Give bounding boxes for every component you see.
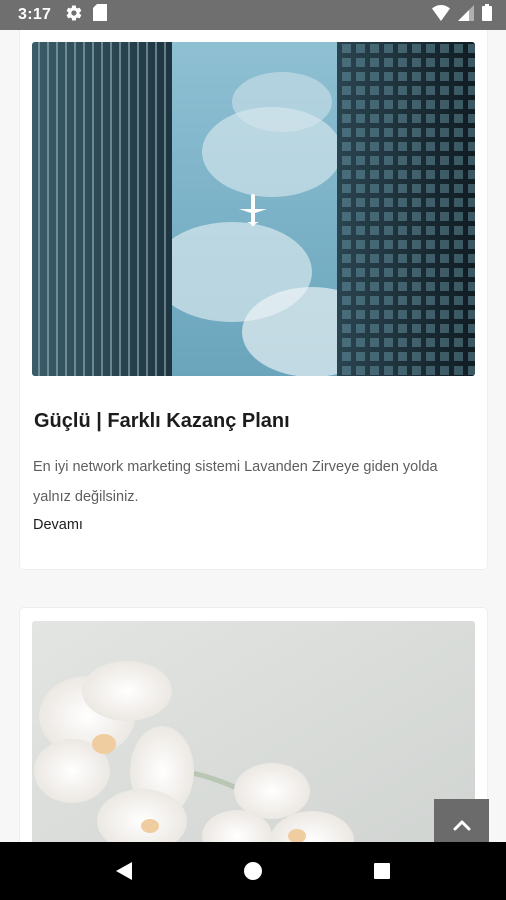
status-bar: 3:17 [0, 0, 506, 30]
gear-icon [65, 4, 83, 27]
content-area[interactable]: Güçlü | Farklı Kazanç Planı En iyi netwo… [0, 30, 506, 842]
post-title[interactable]: Güçlü | Farklı Kazanç Planı [34, 410, 290, 433]
scroll-to-top-button[interactable] [434, 799, 489, 842]
sd-card-icon [93, 4, 108, 26]
signal-icon [458, 4, 474, 26]
navigation-bar [0, 842, 506, 900]
battery-icon [482, 4, 492, 26]
recents-icon[interactable] [362, 851, 402, 891]
home-icon[interactable] [233, 851, 273, 891]
post-image[interactable] [32, 621, 475, 842]
post-card[interactable]: Güçlü | Farklı Kazanç Planı En iyi netwo… [20, 30, 487, 569]
wifi-icon [432, 4, 450, 26]
read-more-link[interactable]: Devamı [33, 517, 83, 533]
chevron-up-icon [453, 819, 471, 834]
post-card[interactable] [20, 608, 487, 842]
post-excerpt: En iyi network marketing sistemi Lavande… [33, 459, 438, 505]
back-icon[interactable] [104, 851, 144, 891]
post-image[interactable] [32, 42, 475, 376]
status-time: 3:17 [18, 6, 52, 23]
